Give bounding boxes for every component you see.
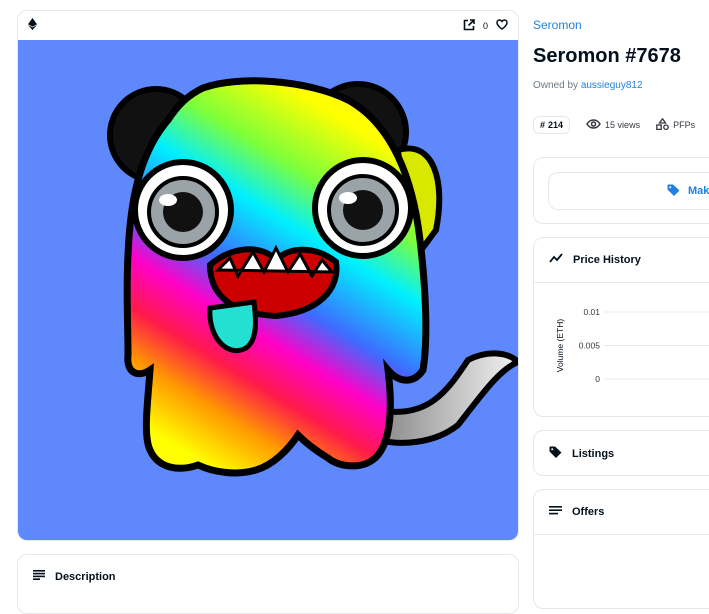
y-tick-label: 0 — [595, 374, 600, 384]
offers-panel[interactable]: Offers — [533, 489, 709, 609]
shapes-icon — [656, 117, 669, 132]
nft-image-card: 0 — [17, 10, 519, 541]
listings-title: Listings — [572, 447, 615, 460]
description-title: Description — [55, 570, 116, 583]
category-label: PFPs — [673, 120, 696, 130]
hash-icon: # — [540, 120, 546, 130]
description-panel[interactable]: Description — [17, 554, 519, 614]
eye-icon — [586, 119, 601, 131]
owned-by: Owned by aussieguy812 — [533, 80, 643, 91]
views-count: 15 views — [605, 120, 641, 130]
description-icon — [33, 570, 45, 583]
price-history-panel[interactable]: Price History Volume (ETH) 0.01 0.005 0 — [533, 237, 709, 417]
heart-icon[interactable] — [496, 19, 508, 32]
image-toolbar: 0 — [18, 11, 518, 40]
price-history-chart: Volume (ETH) 0.01 0.005 0 — [555, 307, 709, 384]
listings-panel[interactable]: Listings — [533, 430, 709, 476]
tag-icon — [549, 446, 562, 461]
make-offer-button[interactable]: Make offer — [548, 172, 709, 210]
owner-link[interactable]: aussieguy812 — [581, 80, 643, 91]
category-stat[interactable]: PFPs — [656, 117, 696, 132]
favorites-count: 0 — [482, 20, 488, 31]
offer-card: Make offer — [533, 157, 709, 224]
rank-badge[interactable]: # 214 — [533, 116, 571, 134]
price-history-title: Price History — [573, 253, 641, 266]
y-tick-label: 0.01 — [583, 307, 600, 317]
stats-row: # 214 15 views PFPs — [533, 116, 695, 134]
make-offer-label: Make offer — [688, 185, 709, 197]
y-tick-label: 0.005 — [579, 341, 601, 351]
rank-value: 214 — [548, 120, 564, 130]
offers-divider — [534, 534, 709, 535]
views-stat: 15 views — [586, 119, 640, 131]
owned-by-label: Owned by — [533, 80, 579, 91]
y-axis-label: Volume (ETH) — [555, 319, 565, 373]
open-external-icon[interactable] — [463, 18, 475, 33]
trend-icon — [549, 253, 563, 266]
collection-link[interactable]: Seromon — [533, 18, 582, 32]
offers-title: Offers — [572, 505, 605, 518]
list-icon — [549, 505, 562, 518]
nft-image[interactable] — [18, 40, 518, 540]
tag-icon — [667, 184, 680, 199]
ethereum-icon — [28, 17, 37, 35]
item-title: Seromon #7678 — [533, 45, 681, 67]
